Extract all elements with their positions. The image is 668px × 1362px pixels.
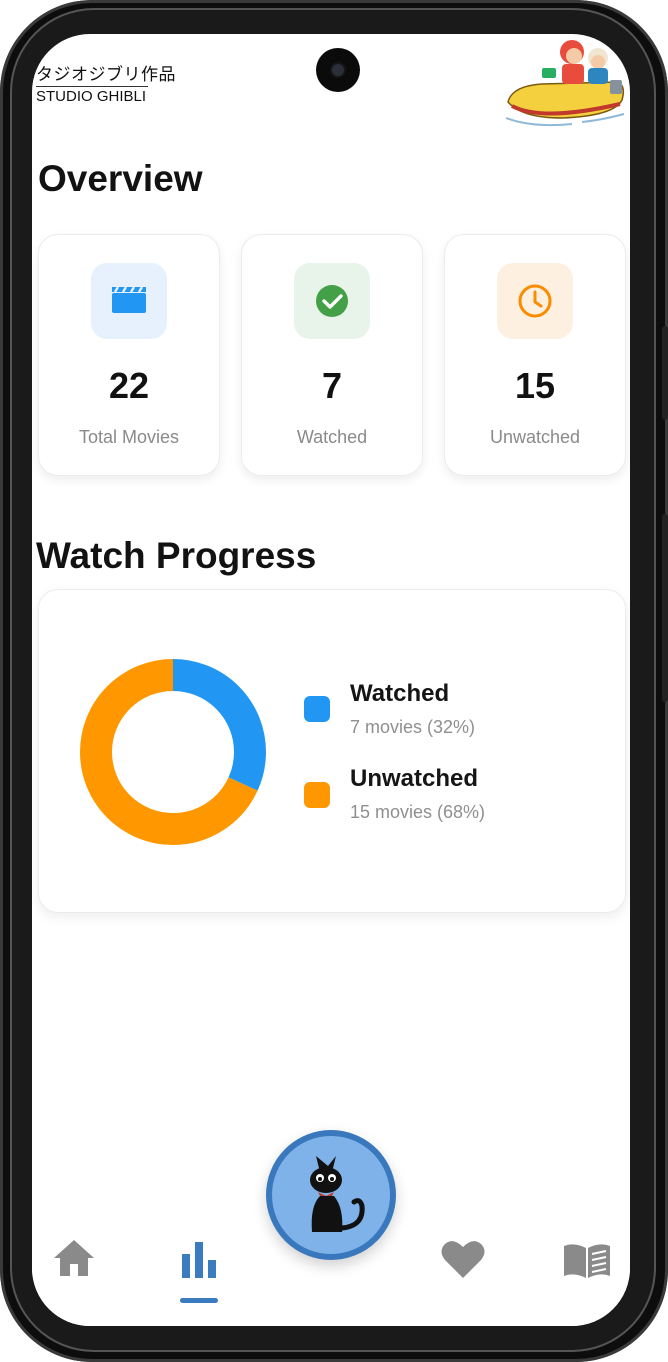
unwatched-label: Unwatched [489, 427, 581, 447]
nav-active-indicator [180, 1298, 218, 1303]
watched-value: 7 [321, 365, 343, 406]
nav-library[interactable] [562, 1242, 612, 1285]
legend-detail-watched: 7 movies (32%) [350, 717, 476, 737]
black-cat-icon [310, 1156, 365, 1232]
clapperboard-icon [112, 286, 146, 313]
logo-english: STUDIO GHIBLI [36, 86, 148, 105]
legend-title-watched: Watched [350, 680, 450, 707]
watched-label: Watched [296, 427, 368, 447]
legend-detail-unwatched: 15 movies (68%) [350, 802, 486, 822]
book-icon [564, 1244, 610, 1278]
ponyo-boat-illustration [505, 40, 625, 127]
donut-chart [80, 659, 266, 845]
bar-chart-icon [182, 1242, 216, 1278]
legend-swatch-watched [304, 696, 330, 722]
check-circle-icon [316, 285, 348, 317]
clock-icon [518, 284, 552, 318]
front-camera [316, 48, 360, 92]
total-movies-label: Total Movies [78, 427, 180, 447]
studio-ghibli-logo: タジオジブリ作品 STUDIO GHIBLI [36, 60, 176, 105]
logo-japanese: タジオジブリ作品 [36, 65, 176, 84]
legend-title-unwatched: Unwatched [350, 765, 479, 792]
power-button [662, 514, 668, 702]
watch-progress-card: Watched 7 movies (32%) Unwatched 15 movi… [38, 589, 626, 913]
nav-home[interactable] [52, 1236, 96, 1285]
unwatched-icon-box [497, 263, 573, 339]
overview-title: Overview [38, 158, 203, 199]
total-icon-box [91, 263, 167, 339]
nav-favorites[interactable] [440, 1238, 486, 1285]
nav-stats[interactable] [180, 1238, 220, 1283]
legend-swatch-unwatched [304, 782, 330, 808]
stat-card-total: 22 Total Movies [38, 234, 220, 476]
total-movies-value: 22 [108, 365, 150, 406]
stat-card-unwatched: 15 Unwatched [444, 234, 626, 476]
stat-card-watched: 7 Watched [241, 234, 423, 476]
watched-icon-box [294, 263, 370, 339]
center-cat-button[interactable] [266, 1130, 396, 1260]
unwatched-value: 15 [514, 365, 556, 406]
heart-icon [441, 1241, 485, 1278]
app-screen: タジオジブリ作品 STUDIO GHIBLI Overview 22 Total… [32, 34, 630, 1326]
phone-frame: タジオジブリ作品 STUDIO GHIBLI Overview 22 Total… [0, 0, 668, 1362]
volume-button [662, 326, 668, 420]
watch-progress-title: Watch Progress [36, 535, 317, 576]
home-icon [54, 1240, 94, 1276]
